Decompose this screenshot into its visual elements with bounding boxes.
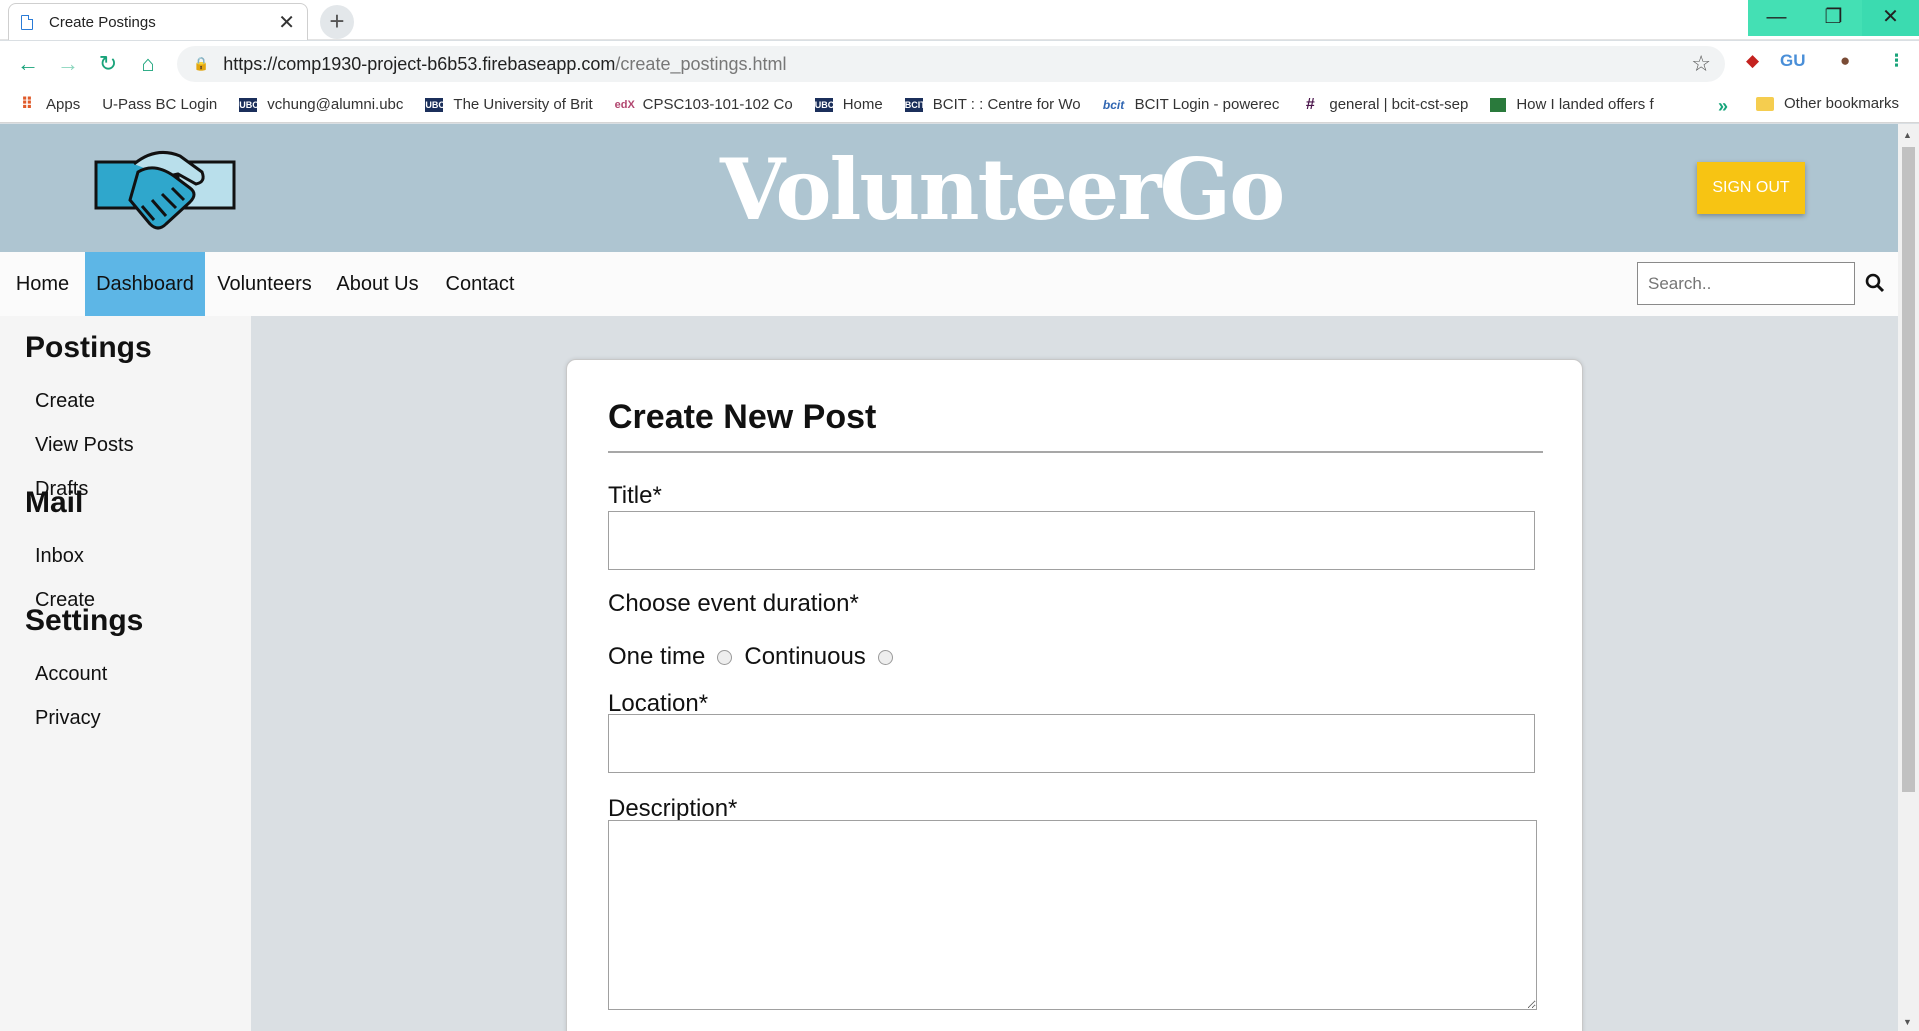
- sidebar: Postings Create View Posts Drafts Mail Inbox C…: [0, 316, 251, 1031]
- web-page: VolunteerGo SIGN OUT HomeDashboardVolunt…: [0, 124, 1898, 1031]
- close-window-button[interactable]: ✕: [1862, 0, 1919, 36]
- reload-icon[interactable]: ↻: [88, 51, 128, 77]
- bookmark-label: BCIT Login - powerec: [1134, 96, 1280, 113]
- form-title: Create New Post: [608, 398, 877, 436]
- bookmark-label: general | bcit-cst-sep: [1329, 96, 1469, 113]
- site-brand[interactable]: VolunteerGo: [720, 140, 1285, 239]
- nav-item-contact[interactable]: Contact: [431, 252, 529, 316]
- document-icon: [21, 14, 33, 30]
- bookmark-item[interactable]: How I landed offers f: [1490, 96, 1654, 113]
- bookmark-label: Home: [842, 96, 883, 113]
- search-input[interactable]: [1637, 262, 1855, 305]
- bookmark-item[interactable]: edX CPSC103-101-102 Co: [615, 96, 793, 113]
- bookmark-label: The University of Brit: [453, 96, 593, 113]
- bookmarks-bar: ⠿ Apps U-Pass BC Login UBC vchung@alumni.ubc…: [0, 87, 1919, 227]
- lock-icon: 🔒: [193, 56, 210, 71]
- sidebar-heading-postings: Postings: [25, 331, 152, 364]
- bookmark-star-icon[interactable]: ☆: [1691, 51, 1711, 77]
- browser-tab[interactable]: Create Postings ✕: [8, 3, 308, 40]
- scroll-up-arrow-icon[interactable]: ▲: [1903, 130, 1912, 140]
- nav-item-about-us[interactable]: About Us: [324, 252, 431, 316]
- sidebar-link-postings-create[interactable]: Create: [35, 390, 95, 413]
- one-time-radio[interactable]: [717, 649, 733, 665]
- create-post-card: Create New Post Title* Choose event dura…: [566, 359, 1583, 1031]
- description-textarea[interactable]: [608, 820, 1537, 1010]
- bookmark-label: BCIT : : Centre for Wo: [932, 96, 1081, 113]
- tab-title: Create Postings: [49, 13, 156, 31]
- sidebar-link-settings-privacy[interactable]: Privacy: [35, 707, 101, 730]
- nav-item-dashboard[interactable]: Dashboard: [85, 252, 205, 316]
- ubc-icon: UBC: [814, 97, 835, 112]
- bookmark-label: U-Pass BC Login: [102, 96, 218, 113]
- description-label: Description*: [608, 795, 738, 822]
- title-input[interactable]: [608, 511, 1535, 570]
- bookmark-label: How I landed offers f: [1516, 96, 1654, 113]
- ubc-icon: UBC: [239, 97, 259, 112]
- apps-grid-icon: ⠿: [20, 95, 34, 113]
- nav-item-volunteers[interactable]: Volunteers: [205, 252, 324, 316]
- duration-radio-group: One time Continuous: [608, 643, 905, 671]
- handshake-logo-icon: [94, 150, 236, 230]
- bookmark-item[interactable]: bcit BCIT Login - powerec: [1102, 96, 1280, 113]
- page-scrollbar[interactable]: ▲ ▼: [1898, 124, 1919, 1031]
- green-icon: [1490, 97, 1507, 112]
- tab-close-icon[interactable]: ✕: [278, 10, 295, 35]
- bookmark-item[interactable]: UBC The University of Brit: [425, 96, 593, 113]
- title-divider: [608, 451, 1543, 453]
- sign-out-button[interactable]: SIGN OUT: [1697, 162, 1805, 214]
- title-label: Title*: [608, 482, 662, 509]
- edx-icon: edX: [614, 98, 635, 111]
- minimize-button[interactable]: —: [1748, 0, 1805, 36]
- url-field[interactable]: 🔒 https://comp1930-project-b6b53.firebas…: [177, 46, 1725, 82]
- bookmark-label: CPSC103-101-102 Co: [642, 96, 793, 113]
- bookmark-item[interactable]: BCIT BCIT : : Centre for Wo: [904, 96, 1081, 113]
- top-nav: HomeDashboardVolunteersAbout UsContact: [0, 252, 1898, 316]
- bcit-icon: BCIT: [904, 97, 926, 112]
- one-time-label: One time: [608, 643, 706, 670]
- bookmark-item[interactable]: # general | bcit-cst-sep: [1301, 96, 1468, 113]
- nav-item-home[interactable]: Home: [0, 252, 85, 316]
- sidebar-link-settings-account[interactable]: Account: [35, 663, 107, 686]
- profile-avatar[interactable]: ●: [1840, 51, 1850, 71]
- other-bookmarks[interactable]: Other bookmarks: [1756, 95, 1899, 112]
- new-tab-button[interactable]: +: [320, 5, 354, 39]
- slack-icon: #: [1305, 95, 1315, 113]
- sidebar-heading-mail: Mail: [25, 486, 84, 519]
- url-host: https://comp1930-project-b6b53.firebasea…: [223, 53, 616, 74]
- restore-button[interactable]: ❐: [1805, 0, 1862, 36]
- ubc-icon: UBC: [425, 97, 445, 112]
- sidebar-link-mail-inbox[interactable]: Inbox: [35, 545, 84, 568]
- menu-kebab-icon[interactable]: ⋮: [1888, 51, 1905, 71]
- window-controls: — ❐ ✕: [1748, 0, 1919, 36]
- bookmark-label: vchung@alumni.ubc: [267, 96, 404, 113]
- duration-label: Choose event duration*: [608, 590, 859, 617]
- ublock-icon[interactable]: ◆: [1746, 51, 1759, 71]
- sidebar-heading-settings: Settings: [25, 604, 144, 637]
- more-bookmarks-chevron[interactable]: »: [1718, 96, 1728, 117]
- folder-icon: [1756, 96, 1774, 111]
- bookmark-item[interactable]: U-Pass BC Login: [0, 96, 218, 227]
- bookmark-item[interactable]: UBC vchung@alumni.ubc: [239, 96, 403, 113]
- address-bar-row: ← → ↻ ⌂ 🔒 https://comp1930-project-b6b53…: [0, 41, 1919, 87]
- site-header: VolunteerGo SIGN OUT: [0, 124, 1898, 252]
- browser-tabstrip: Create Postings ✕ + — ❐ ✕: [0, 0, 1919, 40]
- continuous-label: Continuous: [744, 643, 866, 670]
- continuous-radio[interactable]: [877, 649, 893, 665]
- location-input[interactable]: [608, 714, 1535, 773]
- url-path: /create_postings.html: [615, 53, 787, 74]
- home-icon[interactable]: ⌂: [128, 51, 168, 77]
- bookmark-label: Apps: [46, 96, 81, 113]
- bookmark-item[interactable]: UBC Home: [814, 96, 883, 113]
- scrollbar-thumb[interactable]: [1902, 147, 1915, 792]
- forward-arrow-icon[interactable]: →: [48, 51, 88, 77]
- scroll-down-arrow-icon[interactable]: ▼: [1903, 1017, 1912, 1027]
- back-arrow-icon[interactable]: ←: [8, 51, 48, 77]
- bcit-logo-icon: bcit: [1102, 97, 1125, 112]
- sidebar-link-postings-view-posts[interactable]: View Posts: [35, 434, 134, 457]
- other-bookmarks-label: Other bookmarks: [1784, 95, 1900, 112]
- bookmark-item[interactable]: ⠿ Apps: [18, 96, 80, 113]
- grammarly-extension-icon[interactable]: GU: [1780, 51, 1806, 71]
- search-icon[interactable]: [1864, 272, 1886, 294]
